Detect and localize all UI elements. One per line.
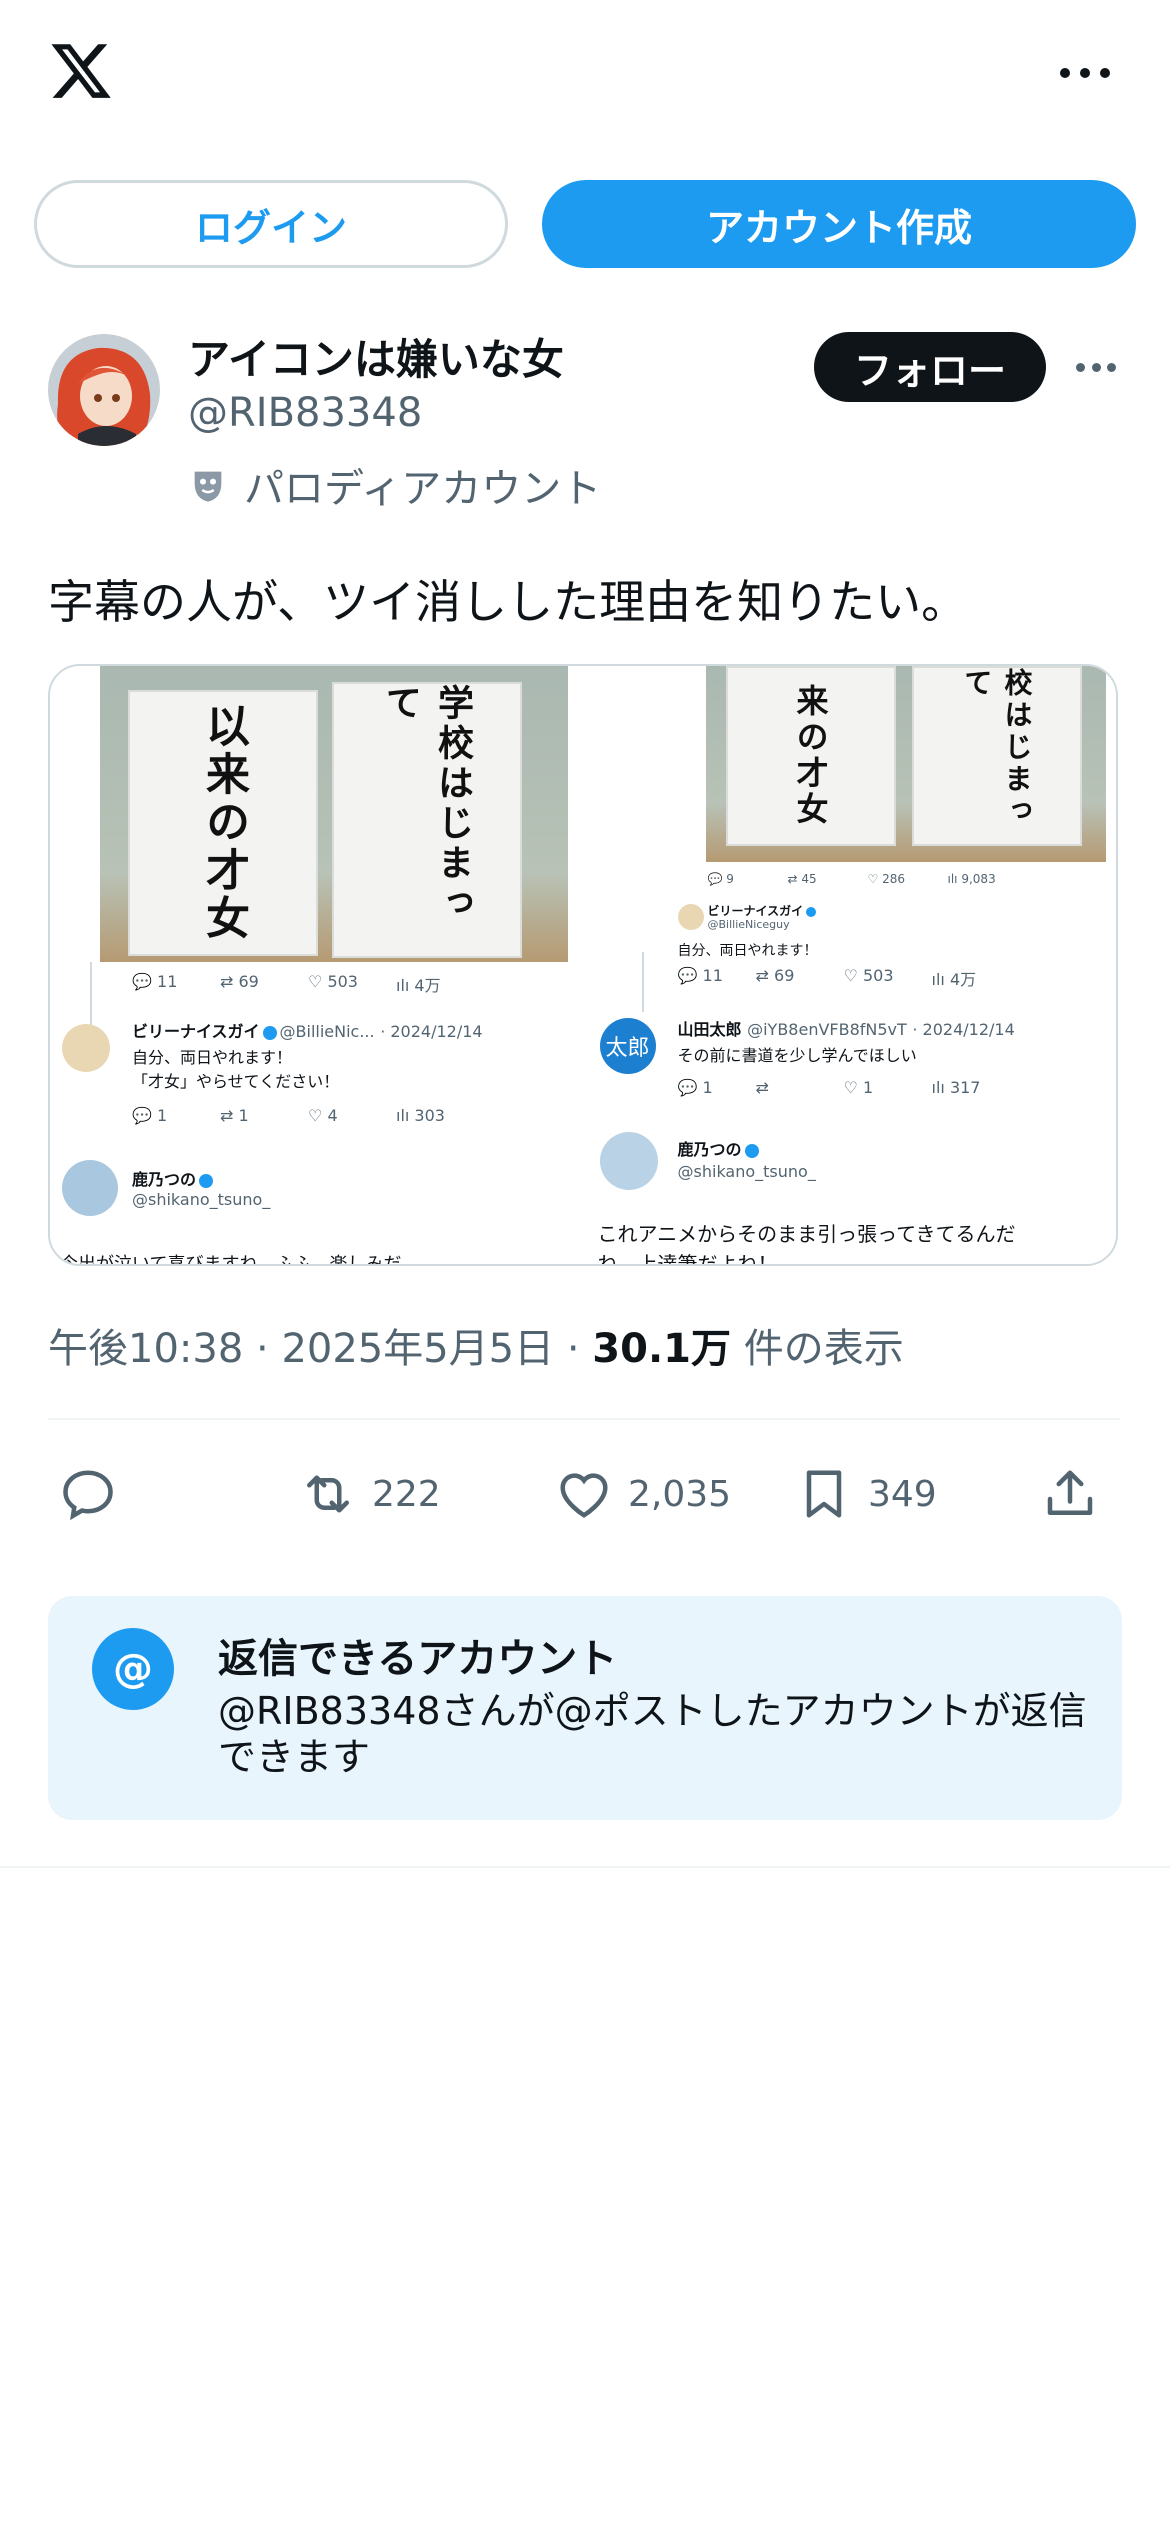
post-text: 字幕の人が、ツイ消しした理由を知りたい。: [48, 575, 968, 629]
mini-text: 自分、両日やれます！: [677, 943, 818, 959]
mini-stats: ⇄ 69: [220, 972, 259, 991]
mini-stats: ılı 317: [931, 1078, 981, 1097]
divider: [48, 1418, 1120, 1420]
bookmark-icon: [806, 1470, 842, 1518]
mini-stats: 💬 11: [677, 966, 723, 985]
mini-stats: ♡ 1: [843, 1078, 874, 1097]
author-handle[interactable]: @RIB83348: [188, 390, 422, 436]
post-time[interactable]: 午後10:38: [48, 1326, 243, 1372]
reply-restriction-title: 返信できるアカウント: [218, 1636, 618, 1682]
mini-stats: ♡ 4: [308, 1106, 338, 1125]
author-avatar[interactable]: [48, 334, 160, 446]
heart-icon: [560, 1473, 608, 1518]
calligraphy-photo: 来の才女 校はじまって: [705, 666, 1106, 862]
mini-stats: 💬 1: [132, 1106, 168, 1125]
views-count: 30.1万: [592, 1326, 731, 1372]
retweet-button[interactable]: 222: [298, 1452, 441, 1536]
mini-name: 山田太郎 @iYB8enVFB8fN5vT · 2024/12/14: [677, 1020, 1015, 1039]
login-button[interactable]: ログイン: [34, 180, 508, 268]
mini-stats: ⇄ 1: [220, 1106, 249, 1125]
post-date[interactable]: 2025年5月5日: [281, 1326, 554, 1372]
calligraphy-board: 以来の才女: [128, 690, 318, 956]
mini-text: 「才女」やらせてください！: [132, 1072, 340, 1091]
mini-text: これアニメからそのまま引っ張ってきてるんだ: [597, 1222, 1016, 1246]
mini-stats: ılı 303: [396, 1106, 445, 1125]
mini-stats: 💬 9: [707, 872, 734, 886]
mini-name: 鹿乃つの: [678, 1136, 762, 1160]
at-sign-icon: @: [92, 1628, 174, 1710]
mini-handle: @shikano_tsuno_: [132, 1190, 271, 1209]
reply-button[interactable]: [58, 1452, 118, 1536]
media-image-right[interactable]: 来の才女 校はじまって 💬 9 ⇄ 45 ♡ 286 ılı 9,083 ビリー…: [581, 666, 1116, 1264]
bookmark-button[interactable]: 349: [794, 1452, 937, 1536]
media-image-left[interactable]: 以来の才女 学校はじまって 💬 11 ⇄ 69 ♡ 503 ılı 4万 ビリー…: [50, 666, 582, 1264]
retweet-icon: [307, 1475, 349, 1513]
calligraphy-board: 来の才女: [725, 666, 896, 846]
calligraphy-photo: 以来の才女 学校はじまって: [100, 666, 568, 962]
reply-restriction-box: @ 返信できるアカウント @RIB83348さんが@ポストしたアカウントが返信で…: [48, 1596, 1122, 1820]
mini-avatar: [62, 1160, 118, 1216]
post-page: ログイン アカウント作成 アイコンは嫌いな女 @RIB83348 パロディアカウ…: [0, 0, 1170, 2532]
mini-stats: ♡ 286: [867, 872, 905, 886]
mini-stats: 💬 1: [677, 1078, 713, 1097]
mini-stats: ılı 9,083: [947, 872, 996, 886]
mask-icon: [194, 471, 222, 502]
x-logo-icon[interactable]: [46, 38, 116, 104]
post-metadata: 午後10:38 · 2025年5月5日 · 30.1万 件の表示: [48, 1316, 904, 1374]
parody-account-label: パロディアカウント: [188, 456, 601, 514]
mini-stats: ⇄ 69: [755, 966, 795, 985]
share-icon: [1047, 1470, 1093, 1515]
views-label: 件の表示: [743, 1326, 904, 1372]
parody-label-text: パロディアカウント: [244, 466, 602, 512]
mini-stats: ılı 4万: [396, 976, 441, 995]
mini-text: その前に書道を少し学んでほしい: [677, 1046, 917, 1065]
reply-icon: [63, 1470, 113, 1521]
mini-name: 鹿乃つの: [132, 1166, 216, 1190]
mini-name: ビリーナイスガイ @BillieNic... · 2024/12/14: [132, 1022, 483, 1041]
mini-stats: ♡ 503: [308, 972, 358, 991]
reply-restriction-body: @RIB83348さんが@ポストしたアカウントが返信できます: [218, 1689, 1087, 1779]
calligraphy-board: 学校はじまって: [332, 682, 522, 958]
mini-handle: @BillieNiceguy: [707, 918, 790, 931]
mini-stats: 💬 11: [132, 972, 178, 991]
action-bar: 222 2,035 349: [48, 1452, 1120, 1536]
share-button[interactable]: [1040, 1452, 1100, 1536]
mini-handle: @shikano_tsuno_: [677, 1162, 816, 1181]
mini-stats: ⇄: [755, 1078, 769, 1097]
mini-avatar: [599, 1132, 658, 1190]
separator: ·: [256, 1326, 269, 1372]
mini-avatar: [62, 1024, 110, 1072]
follow-button[interactable]: フォロー: [814, 332, 1046, 402]
author-display-name[interactable]: アイコンは嫌いな女: [188, 326, 564, 387]
mini-avatar: [677, 904, 704, 930]
mini-text: 今出が泣いて喜びますね、ふふ、楽しみだ: [60, 1250, 401, 1264]
divider: [0, 1866, 1170, 1868]
bookmark-count: 349: [868, 1473, 937, 1515]
mini-stats: ılı 4万: [931, 970, 977, 989]
like-count: 2,035: [628, 1473, 732, 1515]
post-more-icon[interactable]: [1076, 360, 1116, 374]
retweet-count: 222: [372, 1473, 441, 1515]
mini-stats: ♡ 503: [843, 966, 894, 985]
mini-avatar-taro: 太郎: [599, 1018, 656, 1074]
calligraphy-board: 校はじまって: [911, 666, 1082, 846]
top-bar: [0, 0, 1170, 150]
create-account-button[interactable]: アカウント作成: [542, 180, 1136, 268]
post-media[interactable]: 以来の才女 学校はじまって 💬 11 ⇄ 69 ♡ 503 ılı 4万 ビリー…: [48, 664, 1118, 1266]
mini-name: ビリーナイスガイ: [708, 902, 820, 919]
mini-text: 自分、両日やれます！: [132, 1048, 293, 1067]
mini-text: ね、上達筆だよね！: [597, 1252, 778, 1264]
separator: ·: [566, 1326, 580, 1372]
like-button[interactable]: 2,035: [554, 1452, 731, 1536]
more-options-icon[interactable]: [1060, 58, 1110, 88]
mini-stats: ⇄ 45: [787, 872, 817, 886]
